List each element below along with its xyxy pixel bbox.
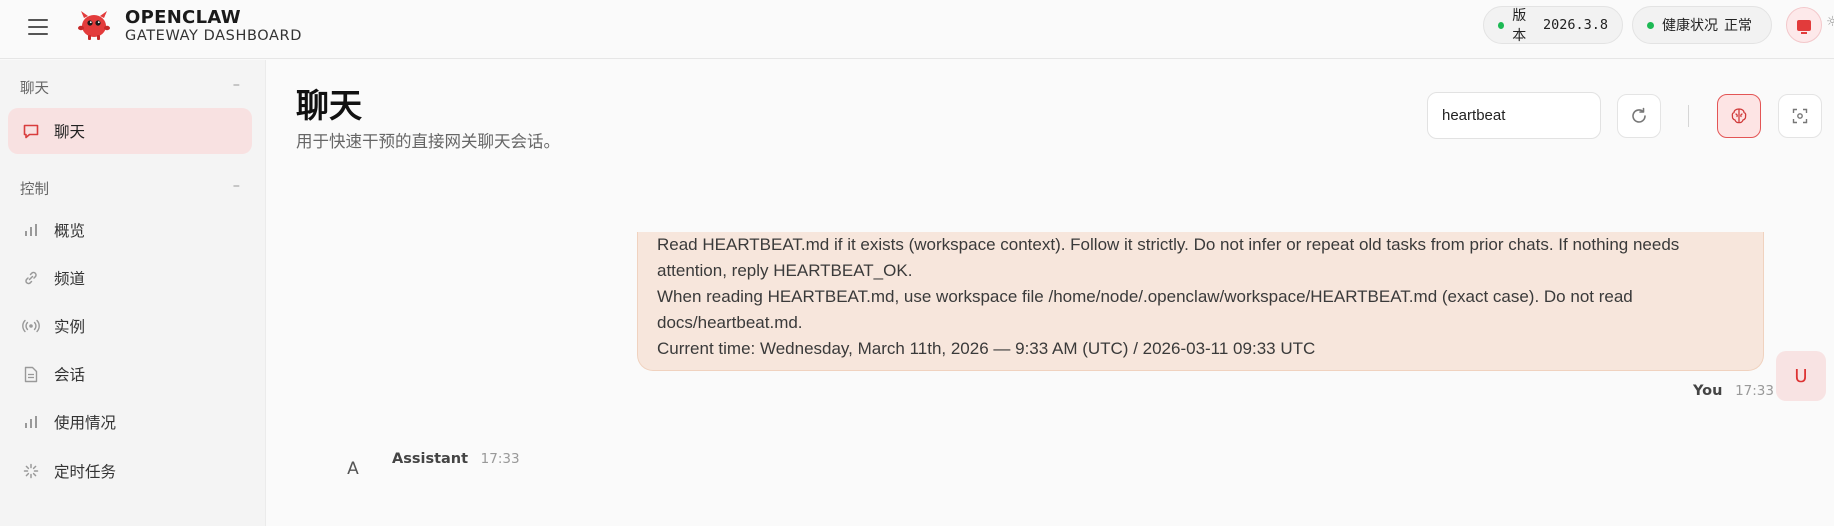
monitor-button[interactable] [1786,7,1822,43]
sidebar: 聊天 – 聊天 控制 – 概览 频道 实例 会话 使用情况 定时任务 [0,60,266,526]
page-title: 聊天 [296,86,362,125]
assistant-message-meta: Assistant 17:33 [392,451,520,467]
message-time: 17:33 [1735,383,1774,399]
sender-name: Assistant [392,451,469,467]
user-avatar: U [1776,351,1826,401]
sidebar-item-label: 使用情况 [54,414,117,432]
user-message-meta: You 17:33 [1693,383,1774,399]
session-key-input[interactable] [1427,92,1601,139]
sender-name: You [1693,383,1723,399]
health-badge: 健康状况 正常 [1632,6,1772,44]
user-message-bubble: Read HEARTBEAT.md if it exists (workspac… [637,232,1764,371]
sidebar-item-label: 会话 [54,366,86,384]
refresh-icon [1632,107,1646,123]
message-line: Read HEARTBEAT.md if it exists (workspac… [657,235,1680,254]
brain-icon [1731,108,1747,124]
sidebar-item-chat[interactable]: 聊天 [8,108,252,154]
message-time: 17:33 [480,451,520,467]
focus-icon [1792,108,1808,124]
chat-bubble-icon [22,122,40,140]
sidebar-section-control[interactable]: 控制 – [20,178,240,199]
sidebar-section-chat[interactable]: 聊天 – [20,77,240,98]
focus-mode-button[interactable] [1778,94,1822,138]
message-line: docs/heartbeat.md. [657,313,803,332]
health-value: 正常 [1724,18,1752,34]
sidebar-item-label: 实例 [54,318,86,336]
thinking-toggle-button[interactable] [1717,94,1761,138]
menu-icon[interactable] [28,15,52,39]
sidebar-item-cron-jobs[interactable]: 定时任务 [8,448,252,494]
link-icon [22,269,40,287]
sidebar-item-usage[interactable]: 使用情况 [8,399,252,445]
toolbar-divider [1688,105,1689,127]
health-label: 健康状况 [1662,18,1718,34]
top-bar: OPENCLAW GATEWAY DASHBOARD 版本 2026.3.8 健… [0,0,1834,59]
sidebar-item-label: 频道 [54,270,86,288]
version-label: 版本 [1512,8,1527,44]
document-icon [22,365,40,383]
bar-chart-icon [22,413,40,431]
broadcast-icon [22,317,40,335]
chat-main: 聊天 用于快速干预的直接网关聊天会话。 Read HEARTBEAT.md if… [267,60,1834,526]
version-value: 2026.3.8 [1542,17,1608,33]
sidebar-item-label: 定时任务 [54,463,117,481]
brand-title: OPENCLAW [125,7,241,28]
bar-chart-icon [22,221,40,239]
assistant-avatar: A [347,459,359,479]
collapse-icon[interactable]: – [233,77,240,93]
refresh-button[interactable] [1617,94,1661,138]
brand-subtitle: GATEWAY DASHBOARD [125,28,302,44]
sidebar-item-instances[interactable]: 实例 [8,303,252,349]
monitor-icon [1797,19,1811,34]
message-line: When reading HEARTBEAT.md, use workspace… [657,287,1633,306]
sidebar-item-label: 概览 [54,222,86,240]
message-line: Current time: Wednesday, March 11th, 202… [657,339,1316,358]
spinner-icon [22,462,40,480]
openclaw-logo [78,11,110,40]
page-subtitle: 用于快速干预的直接网关聊天会话。 [296,132,560,151]
status-dot-icon [1498,21,1505,29]
section-title: 聊天 [20,81,49,97]
version-badge: 版本 2026.3.8 [1483,6,1623,44]
sidebar-item-overview[interactable]: 概览 [8,207,252,253]
section-title: 控制 [20,182,49,198]
sidebar-item-channels[interactable]: 频道 [8,255,252,301]
status-dot-icon [1647,21,1654,29]
settings-icon[interactable]: ☼ [1826,14,1834,30]
message-line: attention, reply HEARTBEAT_OK. [657,261,913,280]
collapse-icon[interactable]: – [233,178,240,194]
sidebar-item-label: 聊天 [54,123,86,141]
sidebar-item-sessions[interactable]: 会话 [8,351,252,397]
